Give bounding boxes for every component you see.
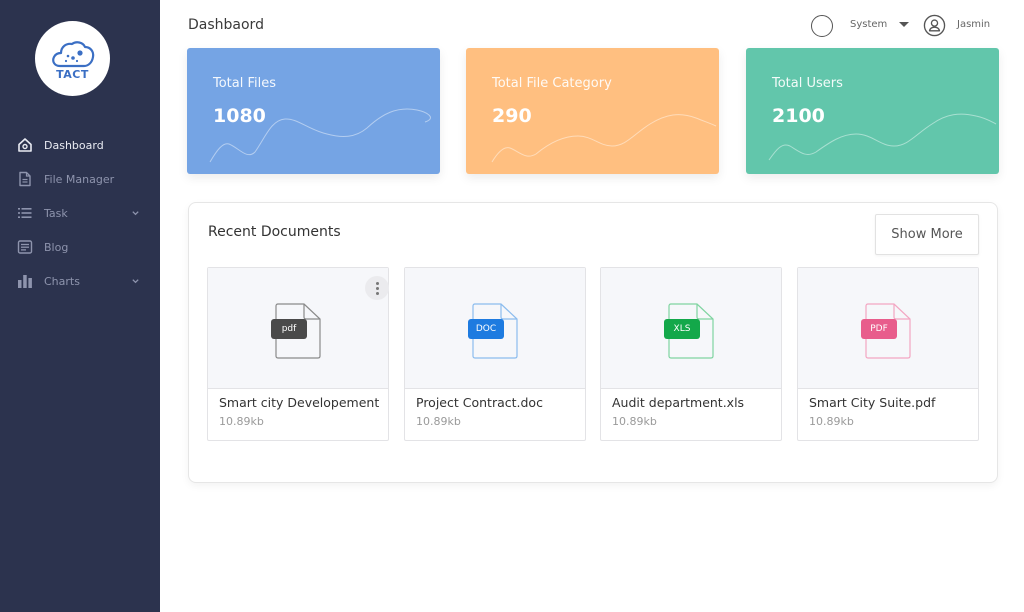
sidebar-item-blog[interactable]: Blog <box>0 230 160 264</box>
document-card[interactable]: XLS Audit department.xls 10.89kb <box>600 267 782 441</box>
document-card[interactable]: PDF Smart City Suite.pdf 10.89kb <box>797 267 979 441</box>
sidebar-item-label: File Manager <box>44 172 115 186</box>
document-size: 10.89kb <box>612 415 657 428</box>
theme-toggle-button[interactable] <box>811 15 833 37</box>
document-size: 10.89kb <box>809 415 854 428</box>
file-icon <box>17 171 33 187</box>
sidebar-item-label: Charts <box>44 274 80 288</box>
sidebar-nav: Dashboard File Manager Task Blog Charts <box>0 128 160 298</box>
document-thumbnail: pdf <box>208 268 389 389</box>
document-name: Audit department.xls <box>612 395 745 410</box>
document-size: 10.89kb <box>416 415 461 428</box>
document-name: Smart city Developement <box>219 395 380 410</box>
stat-card-total-users[interactable]: Total Users 2100 <box>746 48 999 174</box>
sidebar-item-file-manager[interactable]: File Manager <box>0 162 160 196</box>
page-title: Dashbaord <box>188 17 264 33</box>
document-name: Smart City Suite.pdf <box>809 395 936 410</box>
document-thumbnail: XLS <box>601 268 781 389</box>
document-card[interactable]: pdf Smart city Developement 10.89kb <box>207 267 389 441</box>
show-more-button[interactable]: Show More <box>875 214 979 255</box>
document-name: Project Contract.doc <box>416 395 543 410</box>
document-thumbnail: PDF <box>798 268 978 389</box>
file-type-badge: PDF <box>861 319 897 339</box>
sidebar-item-task[interactable]: Task <box>0 196 160 230</box>
stat-value: 290 <box>492 105 532 127</box>
file-type-badge: XLS <box>664 319 700 339</box>
sidebar-item-label: Task <box>44 206 68 220</box>
recent-documents-panel: Recent Documents Show More pdf Smart cit… <box>188 202 998 483</box>
cloud-logo-icon <box>51 40 94 67</box>
stat-card-total-file-category[interactable]: Total File Category 290 <box>466 48 719 174</box>
chevron-down-icon[interactable] <box>131 277 140 286</box>
theme-selector-dropdown[interactable]: System <box>850 19 910 30</box>
file-type-badge: pdf <box>271 319 307 339</box>
sidebar-item-label: Dashboard <box>44 138 104 152</box>
stat-value: 1080 <box>213 105 266 127</box>
sidebar-item-label: Blog <box>44 240 69 254</box>
caret-down-icon <box>899 22 910 27</box>
sidebar: TACT Dashboard File Manager Task Blog Ch… <box>0 0 160 612</box>
document-size: 10.89kb <box>219 415 264 428</box>
blog-icon <box>17 239 33 255</box>
app-root: TACT Dashboard File Manager Task Blog Ch… <box>0 0 1024 612</box>
panel-title: Recent Documents <box>208 224 341 240</box>
sidebar-item-dashboard[interactable]: Dashboard <box>0 128 160 162</box>
home-icon <box>17 137 33 153</box>
stat-label: Total Users <box>772 76 843 91</box>
stat-card-total-files[interactable]: Total Files 1080 <box>187 48 440 174</box>
document-card[interactable]: DOC Project Contract.doc 10.89kb <box>404 267 586 441</box>
sidebar-item-charts[interactable]: Charts <box>0 264 160 298</box>
stat-label: Total File Category <box>492 76 612 91</box>
file-type-badge: DOC <box>468 319 504 339</box>
user-name[interactable]: Jasmin <box>957 19 990 30</box>
logo-text: TACT <box>56 67 89 81</box>
user-avatar-icon[interactable] <box>923 14 946 37</box>
theme-selector-value: System <box>850 19 888 30</box>
more-options-icon[interactable] <box>365 276 389 300</box>
document-thumbnail: DOC <box>405 268 585 389</box>
logo[interactable]: TACT <box>35 21 110 96</box>
stat-label: Total Files <box>213 76 277 91</box>
bar-chart-icon <box>17 273 33 289</box>
list-icon <box>17 205 33 221</box>
chevron-down-icon[interactable] <box>131 209 140 218</box>
stat-value: 2100 <box>772 105 825 127</box>
